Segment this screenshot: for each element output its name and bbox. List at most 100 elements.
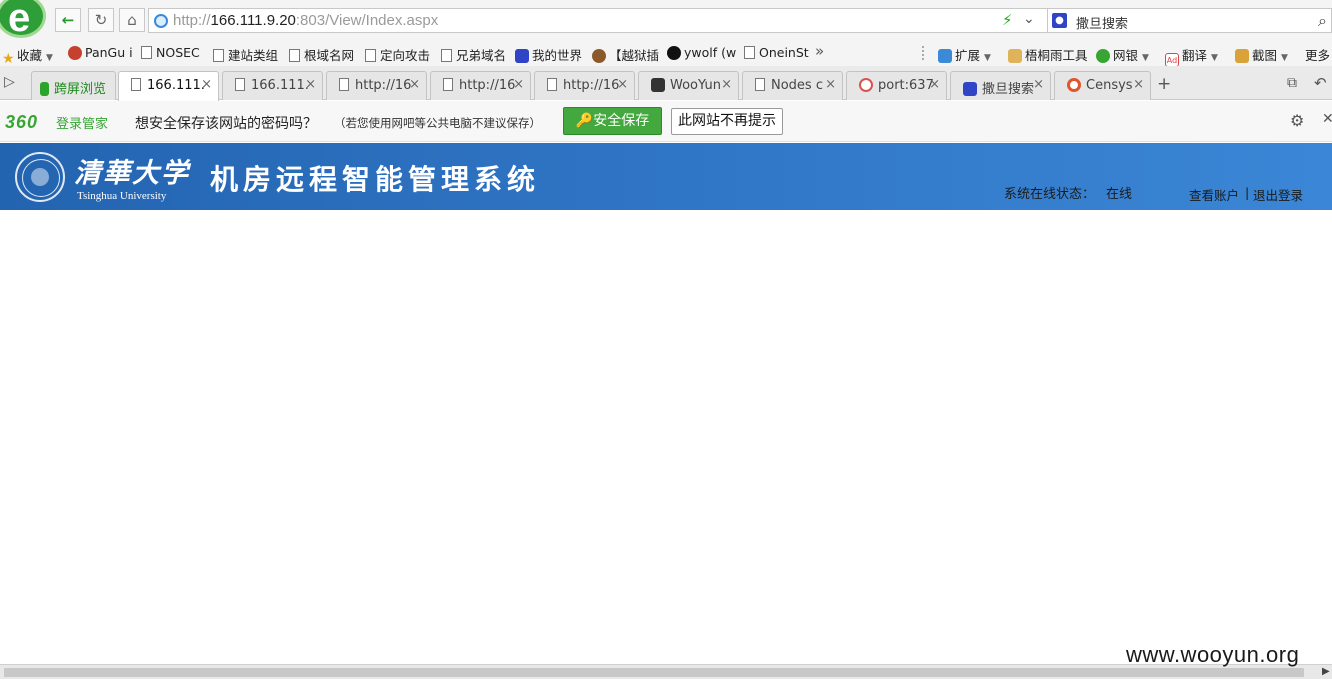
netbank-menu[interactable]: 网银 ▼ [1096, 45, 1149, 64]
secure-save-button[interactable]: 🔑安全保存 [563, 107, 662, 135]
paw-icon [963, 82, 977, 96]
close-icon[interactable]: × [929, 77, 940, 92]
tab[interactable]: 166.111. × [118, 71, 219, 101]
close-icon[interactable]: × [825, 77, 836, 92]
yen-icon [1096, 49, 1110, 63]
search-input[interactable]: ● 撒旦搜索 ⌕ [1047, 8, 1332, 33]
screenshot-menu[interactable]: 截图 ▼ [1235, 45, 1288, 64]
new-tab-button[interactable]: + [1157, 74, 1171, 94]
chevron-down-icon: ▼ [984, 53, 991, 63]
close-icon[interactable]: × [721, 77, 732, 92]
refresh-button[interactable]: ↻ [88, 8, 114, 32]
chevron-down-icon: ▼ [1281, 53, 1288, 63]
page-icon [131, 78, 141, 91]
globe-icon [154, 14, 168, 28]
key-icon: 🔑 [575, 113, 594, 129]
tab[interactable]: Nodes c × [742, 71, 843, 100]
close-icon[interactable]: × [1033, 77, 1044, 92]
url-input[interactable]: http://166.111.9.20:803/View/Index.aspx … [148, 8, 1048, 33]
bookmark-2[interactable]: 根域名网 [289, 45, 354, 64]
page-icon [755, 78, 765, 91]
tab-strip: ▷ 跨屏浏览 166.111. × 166.111. × http://16 × ht… [0, 66, 1332, 101]
rings-icon [859, 78, 873, 92]
window-list-icon[interactable]: ⧉ [1287, 75, 1297, 91]
undo-icon[interactable]: ↶ [1314, 74, 1327, 92]
close-icon[interactable]: × [513, 77, 524, 92]
bookmark-oneinst[interactable]: OneinSt [744, 45, 809, 60]
page-icon [547, 78, 557, 91]
tab[interactable]: WooYun × [638, 71, 739, 100]
wutongyu-tools[interactable]: 梧桐雨工具 [1008, 45, 1088, 64]
close-icon[interactable]: × [305, 77, 316, 92]
password-save-bar: 360 登录管家 想安全保存该网站的密码吗？ （若您使用网吧等公共电脑不建议保存… [0, 101, 1332, 142]
search-icon[interactable]: ⌕ [1318, 11, 1327, 31]
page-icon [235, 78, 245, 91]
star-icon: ★ [2, 51, 15, 67]
university-name-cn: 清華大学 [74, 158, 190, 189]
home-button[interactable]: ⌂ [119, 8, 145, 32]
paw-icon[interactable]: ● [1052, 13, 1067, 28]
login-manager-label: 登录管家 [56, 117, 109, 132]
tab[interactable]: 撒旦搜索 × [950, 71, 1051, 100]
scissors-icon [1235, 49, 1249, 63]
bookmark-favorites[interactable]: ★ 收藏 ▼ [2, 45, 53, 66]
tab[interactable]: http://16 × [326, 71, 427, 100]
more-menu[interactable]: 更多 [1305, 45, 1330, 64]
360-logo: 360 [5, 112, 39, 132]
tab[interactable]: port:637 × [846, 71, 947, 100]
censys-icon [1067, 78, 1081, 92]
never-for-site-button[interactable]: 此网站不再提示 [671, 108, 783, 135]
lightning-icon[interactable]: ⚡ [1002, 11, 1013, 29]
close-icon[interactable]: × [617, 77, 628, 92]
page-header: 清華大学 Tsinghua University 机房远程智能管理系统 系统在线… [0, 143, 1332, 210]
tab[interactable]: 166.111. × [222, 71, 323, 100]
logout-link[interactable]: 退出登录 [1253, 185, 1303, 204]
tab-list-arrow-icon[interactable]: ▷ [4, 74, 15, 90]
save-password-question: 想安全保存该网站的密码吗？ [135, 116, 317, 132]
translate-menu[interactable]: Ad 翻译 ▼ [1165, 45, 1218, 67]
pangu-icon [68, 46, 82, 60]
close-icon[interactable]: × [1133, 77, 1144, 92]
bookmark-pangu[interactable]: PanGu i [68, 45, 133, 60]
close-icon[interactable]: ✕ [1322, 111, 1332, 127]
tab-split-view[interactable]: 跨屏浏览 [31, 71, 116, 100]
phone-icon [40, 82, 49, 96]
address-bar-row: e ← ↻ ⌂ http://166.111.9.20:803/View/Ind… [0, 0, 1332, 40]
page-icon [441, 49, 452, 62]
search-engine-label: 撒旦搜索 [1076, 17, 1129, 32]
chevron-down-icon: ▼ [46, 53, 53, 63]
university-name-en: Tsinghua University [77, 190, 167, 202]
back-button[interactable]: ← [55, 8, 81, 32]
online-status-value: 在线 [1106, 187, 1133, 202]
bookmark-4[interactable]: 兄弟域名 [441, 45, 506, 64]
page-icon [744, 46, 755, 59]
bookmark-3[interactable]: 定向攻击 [365, 45, 430, 64]
browser-logo[interactable]: e [0, 0, 46, 40]
page-icon [141, 46, 152, 59]
close-icon[interactable]: × [409, 77, 420, 92]
scroll-right-arrow-icon[interactable]: ▶ [1322, 666, 1330, 677]
chevron-down-icon[interactable]: ⌄ [1023, 11, 1035, 27]
bookmark-6[interactable]: 【越狱插 [592, 45, 659, 64]
extensions-menu[interactable]: 扩展 ▼ [938, 45, 991, 64]
pumpkin-icon [592, 49, 606, 63]
page-icon [289, 49, 300, 62]
tab[interactable]: http://16 × [430, 71, 531, 100]
view-account-link[interactable]: 查看账户 [1189, 185, 1239, 204]
bookmark-ywolf[interactable]: ywolf (w [667, 45, 736, 60]
tab[interactable]: http://16 × [534, 71, 635, 100]
url-text: http://166.111.9.20:803/View/Index.aspx [173, 12, 439, 29]
tool-icon [1008, 49, 1022, 63]
close-icon[interactable]: × [201, 77, 212, 92]
divider [922, 46, 925, 60]
bookmark-nosec[interactable]: NOSEC [141, 45, 200, 60]
bookmarks-more-chevron[interactable]: » [815, 42, 824, 60]
tab[interactable]: Censys × [1054, 71, 1151, 100]
bookmark-5[interactable]: 我的世界 [515, 45, 582, 64]
save-password-note: （若您使用网吧等公共电脑不建议保存） [334, 116, 541, 130]
wooyun-icon [651, 78, 665, 92]
bookmark-1[interactable]: 建站类组 [213, 45, 278, 64]
tsinghua-seal-logo [15, 152, 65, 202]
scrollbar-thumb[interactable] [4, 668, 1304, 677]
gear-icon[interactable]: ⚙ [1290, 111, 1304, 130]
